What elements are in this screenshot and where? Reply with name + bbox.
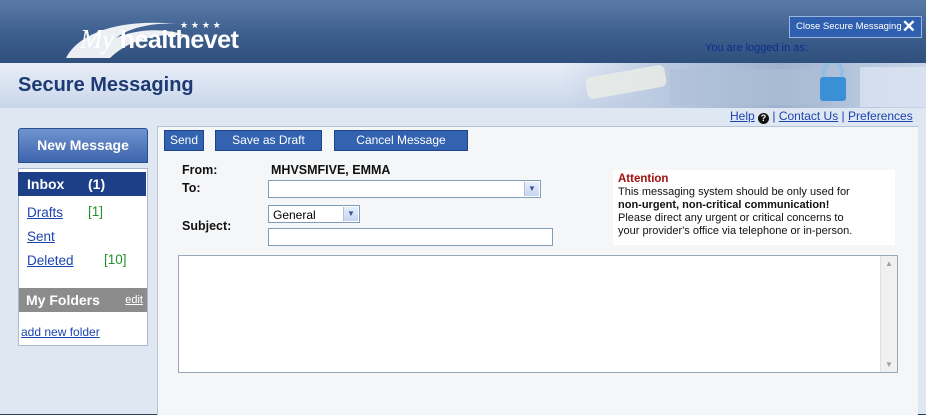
logo-wordmark: My healthevet bbox=[80, 24, 239, 55]
page-title: Secure Messaging bbox=[18, 74, 194, 96]
my-folders-title: My Folders bbox=[26, 292, 100, 308]
attention-line-bold: non-urgent, non-critical communication! bbox=[618, 199, 830, 211]
sent-label[interactable]: Sent bbox=[27, 229, 55, 244]
attention-title: Attention bbox=[618, 173, 669, 185]
message-body-textarea[interactable]: ▲ ▼ bbox=[178, 255, 898, 373]
drafts-count: [1] bbox=[88, 204, 104, 219]
send-button[interactable]: Send bbox=[164, 130, 204, 151]
edit-folders-link[interactable]: edit bbox=[125, 288, 143, 312]
close-icon: ✕ bbox=[901, 17, 916, 36]
help-icon[interactable]: ? bbox=[758, 113, 770, 124]
sidebar-item-inbox[interactable]: Inbox (1) bbox=[18, 172, 146, 196]
to-label: To: bbox=[182, 181, 201, 195]
close-button-label: Close Secure Messaging bbox=[796, 21, 902, 32]
scroll-down-icon[interactable]: ▼ bbox=[881, 357, 897, 372]
scroll-up-icon[interactable]: ▲ bbox=[881, 256, 897, 271]
logo-text-my: My bbox=[80, 24, 114, 54]
sidebar-item-sent[interactable]: Sent bbox=[27, 228, 55, 246]
deleted-label[interactable]: Deleted bbox=[27, 253, 74, 268]
category-select[interactable]: General ▼ bbox=[268, 205, 360, 223]
subject-label: Subject: bbox=[182, 219, 232, 233]
add-new-folder-link[interactable]: add new folder bbox=[21, 325, 100, 339]
recipient-select[interactable]: ▼ bbox=[268, 180, 541, 198]
help-links: Help ? | Contact Us | Preferences bbox=[730, 109, 913, 124]
cancel-message-button[interactable]: Cancel Message bbox=[334, 130, 468, 151]
attention-line: Please direct any urgent or critical con… bbox=[618, 212, 844, 224]
contact-us-link[interactable]: Contact Us bbox=[779, 109, 838, 123]
new-message-button[interactable]: New Message bbox=[18, 128, 148, 163]
logged-in-status: You are logged in as: bbox=[705, 42, 808, 54]
drafts-label[interactable]: Drafts bbox=[27, 205, 63, 220]
attention-notice: Attention This messaging system should b… bbox=[613, 170, 895, 245]
subject-input[interactable] bbox=[268, 228, 553, 246]
help-link[interactable]: Help bbox=[730, 109, 755, 123]
category-value: General bbox=[273, 208, 316, 222]
deleted-count: [10] bbox=[104, 252, 127, 267]
my-folders-header: My Folders edit bbox=[19, 288, 147, 312]
scrollbar[interactable]: ▲ ▼ bbox=[880, 256, 897, 372]
separator: | bbox=[841, 109, 845, 123]
preferences-link[interactable]: Preferences bbox=[848, 109, 913, 123]
separator: | bbox=[772, 109, 776, 123]
logo-text-brand: healthevet bbox=[119, 26, 239, 54]
header-keyboard-lock-image bbox=[560, 63, 926, 108]
sidebar-item-drafts[interactable]: Drafts bbox=[27, 204, 63, 222]
chevron-down-icon[interactable]: ▼ bbox=[524, 182, 539, 196]
inbox-count: (1) bbox=[88, 176, 106, 192]
close-secure-messaging-button[interactable]: Close Secure Messaging ✕ bbox=[789, 16, 922, 38]
inbox-label: Inbox bbox=[27, 176, 65, 192]
compose-toolbar: Send Save as Draft Cancel Message bbox=[158, 130, 916, 152]
from-value: MHVSMFIVE, EMMA bbox=[271, 163, 391, 177]
save-draft-button[interactable]: Save as Draft bbox=[215, 130, 322, 151]
attention-line: This messaging system should be only use… bbox=[618, 186, 850, 198]
from-label: From: bbox=[182, 163, 218, 177]
attention-line: your provider's office via telephone or … bbox=[618, 225, 853, 237]
chevron-down-icon[interactable]: ▼ bbox=[343, 207, 358, 221]
sidebar-item-deleted[interactable]: Deleted bbox=[27, 252, 74, 270]
